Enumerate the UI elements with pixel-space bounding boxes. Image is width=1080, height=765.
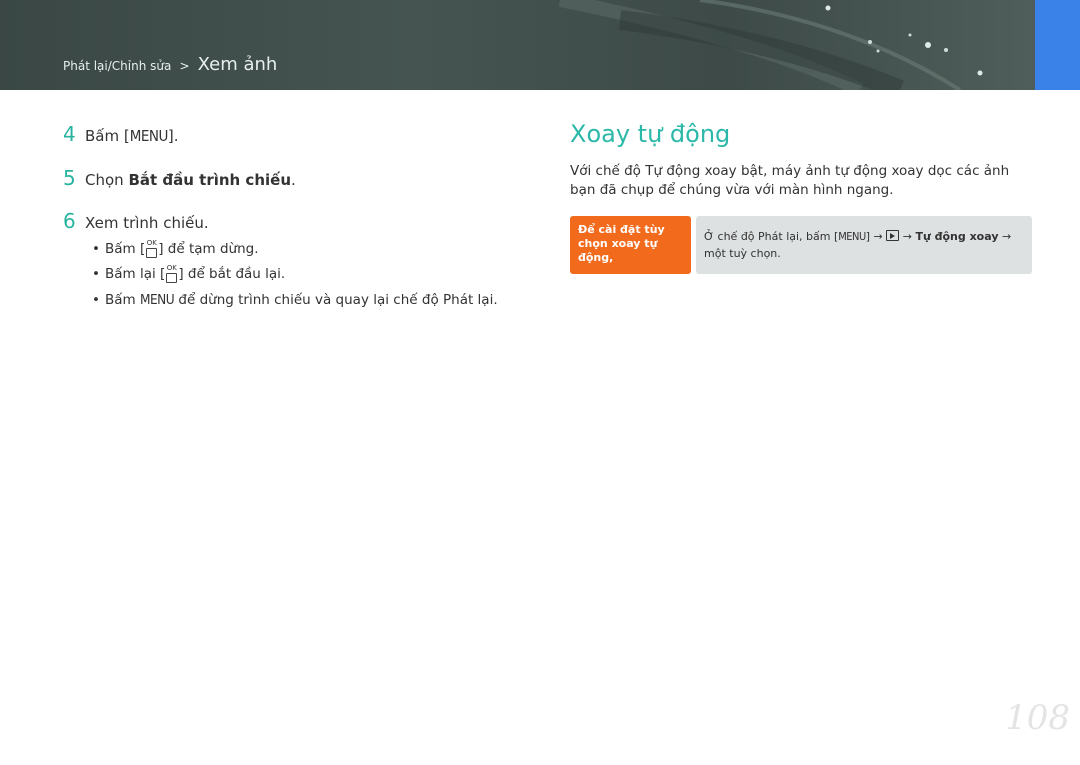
step-number: 6 [63,209,76,233]
step-number: 4 [63,122,76,146]
section-paragraph: Với chế độ Tự động xoay bật, máy ảnh tự … [570,163,1010,198]
page-number: 108 [1005,698,1070,738]
breadcrumb-parent: Phát lại/Chỉnh sửa [63,59,172,73]
slideshow-start-label: Bắt đầu trình chiếu [128,171,291,189]
menu-button-label: MENU [838,230,866,243]
step-5: 5 Chọn Bắt đầu trình chiếu. [63,166,296,190]
step-number: 5 [63,166,76,190]
step-6: 6 Xem trình chiếu. [63,209,209,233]
bullet-item: • Bấm MENU để dừng trình chiếu và quay lạ… [92,292,498,308]
breadcrumb-separator: > [179,59,190,73]
auto-rotate-option: Tự động xoay [915,230,999,243]
header-banner: Phát lại/Chỉnh sửa > Xem ảnh [0,0,1035,90]
ok-button-icon: OK [146,240,158,258]
breadcrumb: Phát lại/Chỉnh sửa > Xem ảnh [63,54,277,75]
bullet-item: • Bấm lại [OK] để bắt đầu lại. [92,264,286,283]
note-body: Ở chế độ Phát lại, bấm [MENU] → → Tự độn… [696,216,1032,274]
note-label: Để cài đặt tùy chọn xoay tự động, [570,216,691,274]
section-title: Xoay tự động [570,120,731,148]
breadcrumb-current: Xem ảnh [197,54,278,75]
chapter-tab [1035,0,1080,90]
menu-button-label: MENU [129,127,169,145]
menu-button-label: MENU [139,292,175,308]
playback-menu-icon [886,230,900,241]
step-4: 4 Bấm [MENU]. [63,122,179,146]
ok-button-icon: OK [166,265,178,283]
bullet-item: • Bấm [OK] để tạm dừng. [92,239,259,258]
banner-decoration [558,0,983,90]
